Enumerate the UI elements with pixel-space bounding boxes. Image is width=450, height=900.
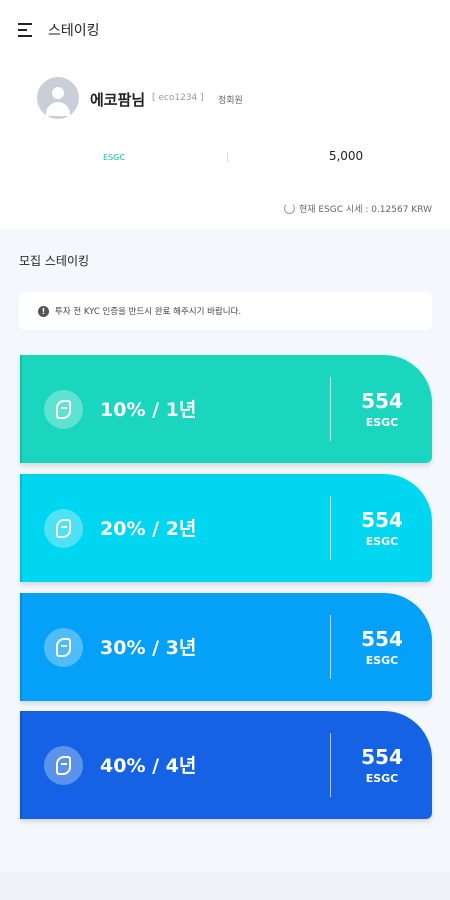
bottom-strip bbox=[0, 872, 450, 900]
refresh-icon[interactable] bbox=[283, 203, 295, 214]
staking-unit: ESGC bbox=[365, 654, 399, 667]
user-grade: 정회원 bbox=[218, 96, 243, 106]
esgc-coin-icon bbox=[44, 746, 83, 785]
exchange-rate-text: 현재 ESGC 시세 : 0.12567 KRW bbox=[298, 205, 432, 215]
balance-value: 5,000 bbox=[328, 149, 364, 163]
esgc-coin-icon bbox=[44, 509, 83, 548]
hamburger-menu-icon[interactable] bbox=[18, 23, 34, 37]
user-id: [ eco1234 ] bbox=[152, 93, 204, 103]
staking-amount: 554 bbox=[361, 389, 403, 413]
card-divider bbox=[330, 733, 331, 797]
staking-amount: 554 bbox=[361, 508, 403, 532]
esgc-coin-icon bbox=[44, 390, 83, 429]
notice-text: 투자 전 KYC 인증을 반드시 완료 해주시기 바랍니다. bbox=[55, 307, 242, 317]
staking-plan: 20% / 2년 bbox=[100, 518, 197, 540]
staking-unit: ESGC bbox=[365, 772, 399, 785]
staking-plan: 40% / 4년 bbox=[100, 755, 197, 777]
staking-unit: ESGC bbox=[365, 535, 399, 548]
page-title: 스테이킹 bbox=[48, 23, 100, 39]
staking-amount: 554 bbox=[361, 627, 403, 651]
avatar bbox=[37, 77, 79, 119]
info-icon: ! bbox=[38, 305, 49, 317]
staking-card[interactable]: 10% / 1년 554 ESGC bbox=[20, 355, 432, 463]
card-divider bbox=[330, 496, 331, 560]
esgc-coin-icon bbox=[44, 628, 83, 667]
card-divider bbox=[330, 615, 331, 679]
staking-card[interactable]: 20% / 2년 554 ESGC bbox=[20, 474, 432, 582]
app-header: 스테이킹 bbox=[0, 0, 450, 60]
exchange-rate: 현재 ESGC 시세 : 0.12567 KRW bbox=[283, 202, 432, 215]
staking-plan: 10% / 1년 bbox=[100, 399, 197, 421]
card-divider bbox=[330, 377, 331, 441]
staking-plan: 30% / 3년 bbox=[100, 637, 197, 659]
staking-content: 모집 스테이킹 ! 투자 전 KYC 인증을 반드시 완료 해주시기 바랍니다.… bbox=[0, 230, 450, 872]
section-title: 모집 스테이킹 bbox=[19, 254, 90, 268]
staking-card[interactable]: 30% / 3년 554 ESGC bbox=[20, 593, 432, 701]
staking-card[interactable]: 40% / 4년 554 ESGC bbox=[20, 711, 432, 819]
balance-label: ESGC bbox=[103, 153, 125, 162]
staking-unit: ESGC bbox=[365, 416, 399, 429]
kyc-notice: ! 투자 전 KYC 인증을 반드시 완료 해주시기 바랍니다. bbox=[19, 292, 432, 330]
profile-section: 에코팜님 [ eco1234 ] 정회원 ESGC 5,000 현재 ESGC … bbox=[0, 60, 450, 230]
staking-amount: 554 bbox=[361, 745, 403, 769]
user-name: 에코팜님 bbox=[90, 91, 146, 109]
